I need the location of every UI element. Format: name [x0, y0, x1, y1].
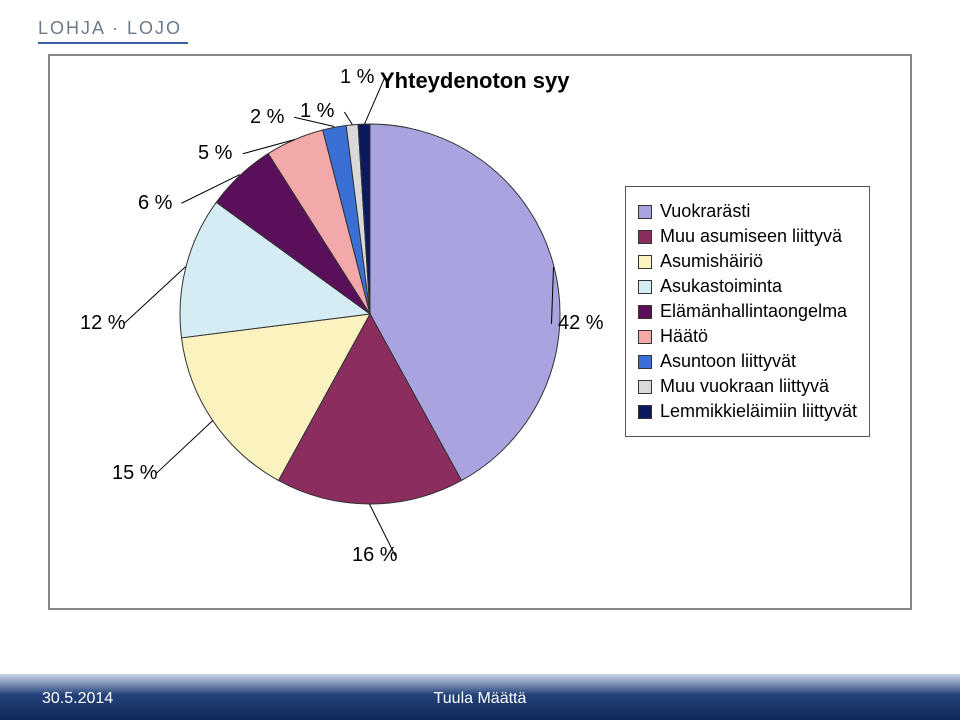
legend-swatch: [638, 255, 652, 269]
data-label: 2 %: [250, 106, 284, 129]
legend-swatch: [638, 305, 652, 319]
chart-frame: Yhteydenoton syy 42 %16 %15 %12 %6 %5 %2…: [48, 54, 912, 610]
legend-label: Asukastoiminta: [660, 276, 782, 297]
data-label: 6 %: [138, 192, 172, 215]
legend-item: Muu asumiseen liittyvä: [638, 226, 857, 247]
legend-swatch: [638, 355, 652, 369]
data-label: 12 %: [80, 312, 126, 335]
chart-title: Yhteydenoton syy: [380, 68, 569, 94]
legend-item: Asukastoiminta: [638, 276, 857, 297]
legend-item: Elämänhallintaongelma: [638, 301, 857, 322]
legend-label: Elämänhallintaongelma: [660, 301, 847, 322]
legend-item: Lemmikkieläimiin liittyvät: [638, 401, 857, 422]
legend-swatch: [638, 330, 652, 344]
legend-label: Muu vuokraan liittyvä: [660, 376, 829, 397]
legend-label: Häätö: [660, 326, 708, 347]
legend-label: Muu asumiseen liittyvä: [660, 226, 842, 247]
legend-swatch: [638, 280, 652, 294]
legend-item: Vuokrarästi: [638, 201, 857, 222]
data-label: 15 %: [112, 462, 158, 485]
legend-swatch: [638, 405, 652, 419]
legend-item: Muu vuokraan liittyvä: [638, 376, 857, 397]
legend: Vuokrarästi Muu asumiseen liittyvä Asumish…: [625, 186, 870, 437]
data-label: 42 %: [558, 312, 604, 335]
legend-label: Asumishäiriö: [660, 251, 763, 272]
footer-author: Tuula Määttä: [434, 690, 527, 708]
legend-swatch: [638, 380, 652, 394]
footer-date: 30.5.2014: [42, 690, 113, 708]
brand-underline: [38, 42, 188, 44]
data-label: 1 %: [300, 100, 334, 123]
data-label: 5 %: [198, 142, 232, 165]
brand-logo: LOHJA · LOJO: [38, 18, 182, 39]
pie-chart: [170, 114, 570, 514]
legend-label: Vuokrarästi: [660, 201, 750, 222]
legend-item: Asuntoon liittyvät: [638, 351, 857, 372]
legend-label: Lemmikkieläimiin liittyvät: [660, 401, 857, 422]
legend-swatch: [638, 205, 652, 219]
legend-label: Asuntoon liittyvät: [660, 351, 796, 372]
data-label: 1 %: [340, 66, 374, 89]
legend-item: Häätö: [638, 326, 857, 347]
legend-swatch: [638, 230, 652, 244]
legend-item: Asumishäiriö: [638, 251, 857, 272]
